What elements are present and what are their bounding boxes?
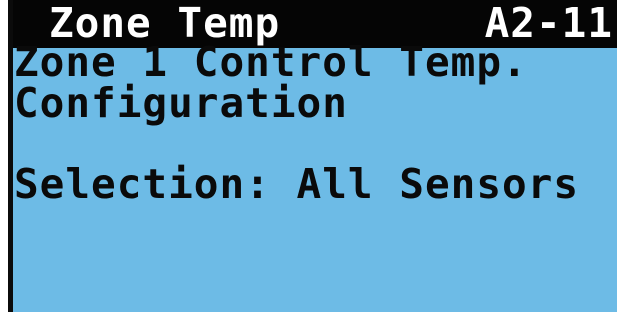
- description-line-1: Zone 1 Control Temp.: [14, 38, 528, 86]
- description-line-2: Configuration: [14, 79, 348, 127]
- selection-value[interactable]: Selection: All Sensors: [14, 164, 579, 205]
- lcd-screen: Zone Temp A2-11 Zone 1 Control Temp. Con…: [8, 0, 617, 312]
- screen-bezel-edge: [8, 0, 13, 312]
